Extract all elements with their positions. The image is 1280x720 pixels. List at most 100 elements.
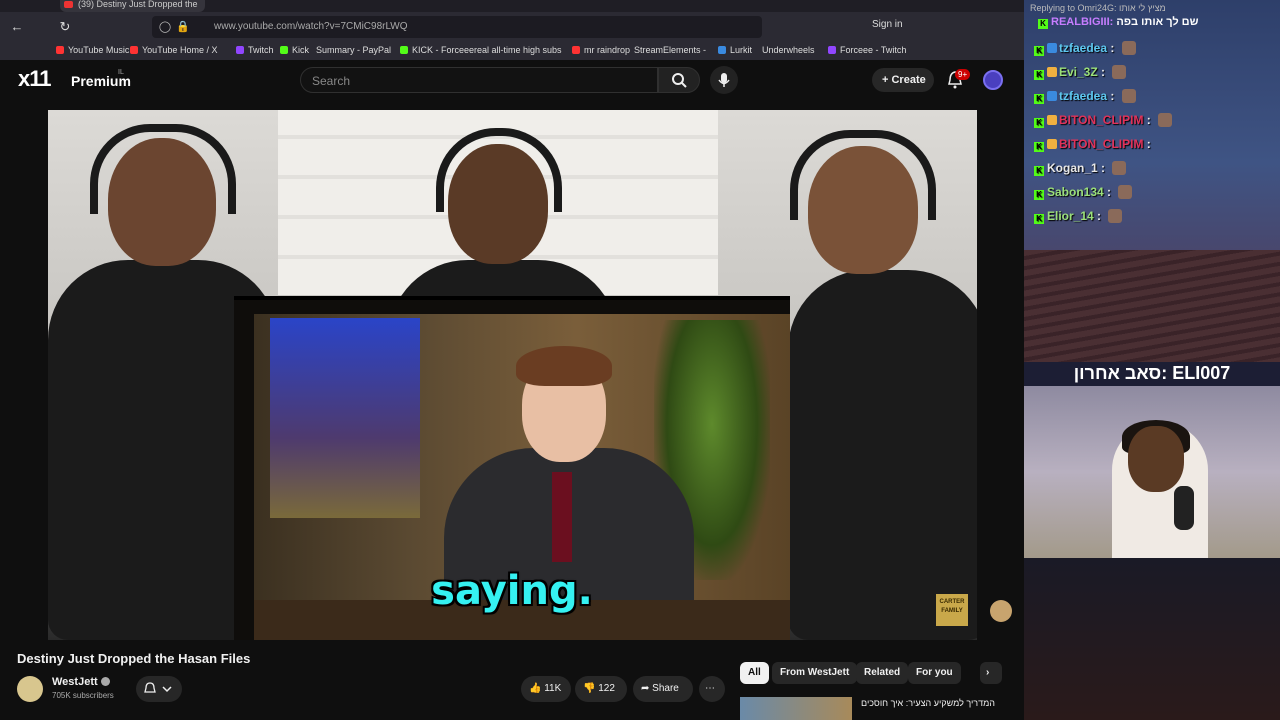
- bookmark-kick-forceee[interactable]: KICK - Forceee: [400, 45, 474, 55]
- voice-search-button[interactable]: [710, 66, 738, 94]
- verified-icon: [100, 677, 110, 686]
- bell-icon: [144, 682, 172, 693]
- bookmark-paypal[interactable]: Summary - PayPal: [316, 45, 391, 55]
- chat-message: Ktzfaedea :: [1034, 41, 1136, 57]
- signin-button[interactable]: Sign in: [872, 19, 903, 30]
- bookmark-youtube-music[interactable]: YouTube Music: [56, 45, 129, 55]
- chat-message: K Evi_3Z :: [1034, 65, 1127, 81]
- notification-badge: 9+: [955, 69, 971, 80]
- chat-background-roof: [1024, 250, 1280, 362]
- chat-message: K Kogan_1 :: [1034, 161, 1127, 177]
- chevron-right-icon[interactable]: ›: [980, 662, 1002, 684]
- bookmarks-bar: YouTube Music YouTube Home / X Twitch Ki…: [0, 42, 1024, 60]
- subscribed-button[interactable]: [136, 676, 182, 702]
- video-watermark: CARTER FAMILY: [936, 594, 968, 626]
- share-button[interactable]: ➦ Share: [633, 676, 693, 702]
- recommendation-title[interactable]: המדריך למשקיע הצעיר: איך חוסכים: [857, 698, 995, 708]
- chip-for-you[interactable]: For you: [908, 662, 961, 684]
- inset-clip: saying.: [234, 296, 790, 640]
- speaker-tie: [552, 472, 572, 562]
- emote-icon: [1121, 41, 1136, 55]
- chip-from-westjett[interactable]: From WestJett: [772, 662, 858, 684]
- emote-icon: [1108, 209, 1123, 223]
- chat-message: K Sabon134 :: [1034, 185, 1133, 201]
- streamer-webcam: [1024, 386, 1280, 558]
- bookmark-forceee-twitch[interactable]: Forceee - Twitch: [828, 45, 906, 55]
- search-icon: [672, 73, 687, 88]
- like-icon: 👍: [529, 683, 542, 694]
- reload-icon[interactable]: ↻: [56, 18, 74, 36]
- kick-icon: K: [1034, 214, 1044, 224]
- streamer-emoji-icon: [990, 600, 1012, 622]
- search-button[interactable]: [658, 67, 700, 93]
- chat-pinned-message: K REALBIGIII: שם לך אותו בפה: [1038, 16, 1198, 29]
- youtube-header: x11 Premium IL Search + Create 9+: [0, 60, 1024, 100]
- video-title: Destiny Just Dropped the Hasan Files: [17, 651, 251, 666]
- kick-icon: K: [1034, 118, 1044, 128]
- emote-icon: [1112, 161, 1127, 175]
- address-bar[interactable]: ◯ 🔒 www.youtube.com/watch?v=7CMiC98rLWQ: [152, 16, 762, 38]
- video-player[interactable]: saying. CARTER FAMILY: [48, 110, 977, 640]
- kick-icon: K: [1038, 19, 1048, 29]
- emote-icon: [1118, 185, 1133, 199]
- chip-related[interactable]: Related: [856, 662, 909, 684]
- emote-icon: [1112, 65, 1127, 79]
- channel-avatar[interactable]: [17, 676, 43, 702]
- overlay-background: [1024, 558, 1280, 720]
- host-right: [788, 270, 977, 640]
- bookmark-mr-raindrop[interactable]: mr raindrop: [572, 45, 630, 55]
- kick-icon: K: [1034, 142, 1044, 152]
- more-icon: ⋯: [705, 683, 715, 694]
- browser-tabstrip: (39) Destiny Just Dropped the: [0, 0, 1024, 12]
- url-text[interactable]: www.youtube.com/watch?v=7CMiC98rLWQ: [214, 21, 408, 32]
- streamer-head: [1128, 426, 1184, 492]
- bookmark-x[interactable]: Home / X: [180, 45, 218, 55]
- screen: (39) Destiny Just Dropped the ← ↻ ◯ 🔒 ww…: [0, 0, 1280, 720]
- region-label: IL: [118, 69, 124, 76]
- bookmark-youtube[interactable]: YouTube: [130, 45, 177, 55]
- channel-logo[interactable]: x11: [18, 66, 51, 92]
- microphone-icon: [1174, 486, 1194, 530]
- stream-chat-overlay: Replying to Omri24G: מציץ לי אותו K REALB…: [1024, 0, 1280, 362]
- speaker-hair: [516, 346, 612, 386]
- bookmark-kick[interactable]: Kick: [280, 45, 309, 55]
- window-city-view: [270, 318, 420, 518]
- emote-icon: [1121, 89, 1136, 103]
- dislike-icon: 👎: [583, 683, 596, 694]
- browser-toolbar: ← ↻ ◯ 🔒 www.youtube.com/watch?v=7CMiC98r…: [0, 12, 1024, 42]
- kick-icon: K: [1034, 94, 1044, 104]
- headphones-left-icon: [90, 124, 236, 214]
- account-avatar[interactable]: [983, 70, 1003, 90]
- chat-message: K BITON_CLIPIM :: [1034, 113, 1173, 129]
- emote-icon: [1158, 113, 1173, 127]
- bookmark-underwheels[interactable]: Underwheels: [762, 45, 815, 55]
- browser-tab[interactable]: (39) Destiny Just Dropped the: [60, 0, 205, 12]
- headphones-right-icon: [790, 130, 936, 220]
- lock-icon[interactable]: 🔒: [176, 20, 190, 34]
- video-caption: saying.: [431, 568, 593, 614]
- channel-name[interactable]: WestJett: [52, 676, 110, 688]
- mic-icon: [718, 73, 730, 87]
- bookmark-ath-subs[interactable]: real all-time high subs: [474, 45, 562, 55]
- dislike-button[interactable]: 👎 122: [575, 676, 627, 702]
- chat-message: Ktzfaedea :: [1034, 89, 1136, 105]
- latest-sub-label: סאב אחרון: ELI007: [1073, 363, 1231, 383]
- chat-message: K Elior_14 :: [1034, 209, 1123, 225]
- bookmark-twitch[interactable]: Twitch: [236, 45, 274, 55]
- like-button[interactable]: 👍 11K: [521, 676, 571, 702]
- chat-reply-line: Replying to Omri24G: מציץ לי אותו: [1030, 3, 1166, 13]
- bookmark-streamelements[interactable]: StreamElements -: [634, 45, 706, 55]
- shield-icon[interactable]: ◯: [158, 20, 172, 34]
- share-icon: ➦: [641, 683, 650, 694]
- chat-message: K BITON_CLIPIM :: [1034, 137, 1151, 153]
- bookmark-lurkit[interactable]: Lurkit: [718, 45, 752, 55]
- tab-title: (39) Destiny Just Dropped the: [78, 0, 198, 9]
- create-button[interactable]: + Create: [872, 68, 934, 92]
- recommendation-thumbnail[interactable]: [740, 697, 852, 720]
- subscriber-count: 705K subscribers: [52, 691, 114, 700]
- youtube-favicon-icon: [64, 1, 73, 8]
- more-button[interactable]: ⋯: [699, 676, 725, 702]
- search-input[interactable]: Search: [300, 67, 658, 93]
- back-icon[interactable]: ←: [8, 18, 26, 36]
- chip-all[interactable]: All: [740, 662, 769, 684]
